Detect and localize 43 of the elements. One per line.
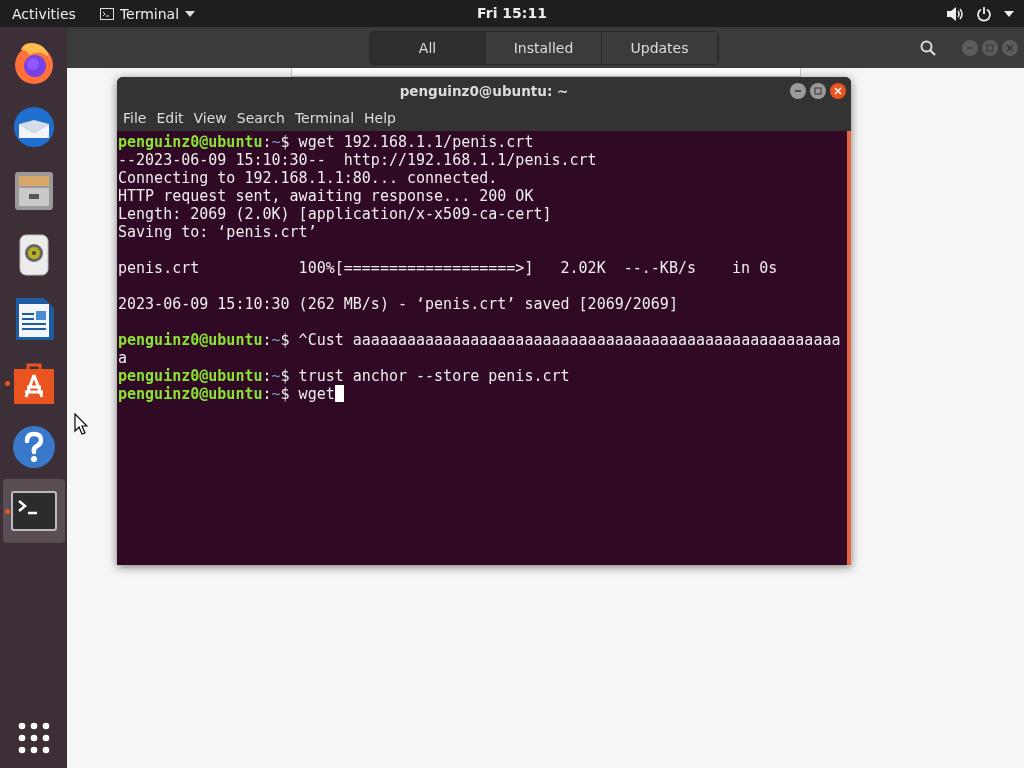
help-icon bbox=[10, 424, 57, 470]
caret-icon[interactable] bbox=[1004, 10, 1014, 17]
command-line: penguinz0@ubuntu:~$ wget 192.168.1.1/penis.crt bbox=[118, 133, 534, 151]
output-line: Connecting to 192.168.1.1:80... connected. bbox=[118, 169, 498, 187]
tab[interactable]: All bbox=[370, 31, 486, 64]
output-line: 2023-06-09 15:10:30 (262 MB/s) - ‘penis.crt’ saved [2069/2069] bbox=[118, 295, 678, 313]
minimize-icon bbox=[794, 87, 802, 95]
volume-icon[interactable] bbox=[946, 5, 964, 22]
minimize-button[interactable] bbox=[790, 83, 806, 99]
maximize-icon bbox=[814, 87, 822, 95]
command-line: penguinz0@ubuntu:~$ ^Cust aaaaaaaaaaaaaaaaaaaaaaaaaaaaaaaaaaaaaaaaaaaaaaaaaaaaaaa bbox=[118, 331, 841, 367]
output-line: HTTP request sent, awaiting response... 200 OK bbox=[118, 187, 534, 205]
maximize-button[interactable] bbox=[810, 83, 826, 99]
activities-button[interactable]: Activities bbox=[0, 0, 88, 27]
menu-item[interactable]: Terminal bbox=[290, 110, 359, 126]
close-icon bbox=[834, 87, 842, 95]
menu-item[interactable]: View bbox=[189, 110, 231, 126]
menu-item[interactable]: Search bbox=[232, 110, 289, 126]
window-title: penguinz0@ubuntu: ~ bbox=[399, 83, 569, 99]
output-line: --2023-06-09 15:10:30-- http://192.168.1.1/penis.crt bbox=[118, 151, 597, 169]
running-indicator bbox=[4, 509, 10, 514]
maximize-icon bbox=[986, 43, 994, 52]
app-grid-icon[interactable] bbox=[17, 722, 50, 754]
command-line: penguinz0@ubuntu:~$ wget bbox=[118, 385, 335, 403]
menu-item[interactable]: File bbox=[119, 110, 151, 126]
close-icon bbox=[1006, 43, 1014, 52]
mouse-pointer-icon bbox=[74, 413, 88, 435]
app-menu-button[interactable]: Terminal bbox=[99, 0, 196, 27]
menu-item[interactable]: Edit bbox=[152, 110, 188, 126]
command-line: penguinz0@ubuntu:~$ trust anchor --store penis.crt bbox=[118, 367, 570, 385]
clock[interactable]: Fri 15:11 bbox=[477, 5, 547, 21]
running-indicator bbox=[4, 381, 10, 386]
dock-item[interactable] bbox=[2, 479, 65, 543]
terminal-icon bbox=[10, 491, 57, 531]
output-line: Saving to: ‘penis.crt’ bbox=[118, 223, 317, 241]
caret-icon bbox=[185, 10, 196, 17]
power-icon[interactable] bbox=[976, 5, 992, 22]
terminal-icon bbox=[99, 7, 114, 20]
menu-item[interactable]: Help bbox=[360, 110, 400, 126]
search-icon[interactable] bbox=[920, 39, 936, 56]
output-line: penis.crt 100%[===================>] 2.02K --.-KB/s in 0s bbox=[118, 259, 778, 277]
close-button[interactable] bbox=[830, 83, 846, 99]
output-line: Length: 2069 (2.0K) [application/x-x509-ca-cert] bbox=[118, 205, 552, 223]
